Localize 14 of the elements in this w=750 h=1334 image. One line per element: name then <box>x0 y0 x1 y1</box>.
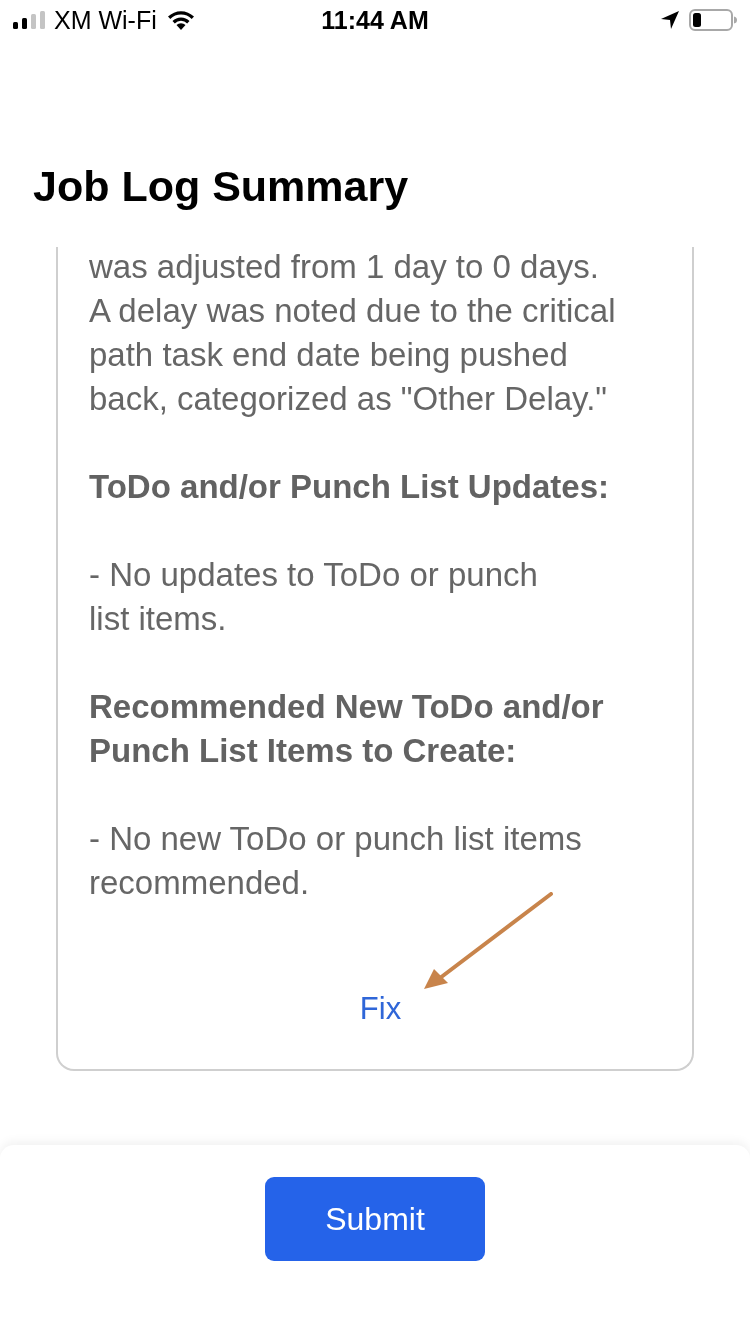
signal-strength-icon <box>13 11 45 29</box>
summary-paragraph: - No updates to ToDo or punch list items. <box>89 555 539 639</box>
battery-icon <box>689 9 737 31</box>
summary-paragraph: was adjusted from 1 day to 0 days. A delay was noted due to the critical path task end date being pushed back, categorized as "Other Delay." <box>89 247 617 419</box>
carrier-name: XM Wi-Fi <box>54 5 157 35</box>
page-title: Job Log Summary <box>33 161 409 212</box>
fix-link[interactable]: Fix <box>359 989 402 1029</box>
wifi-icon <box>166 10 195 30</box>
summary-paragraph: - No new ToDo or punch list items recommended. <box>89 819 583 903</box>
section-heading: ToDo and/or Punch List Updates: <box>89 467 611 507</box>
status-time: 11:44 AM <box>321 5 429 35</box>
section-heading: Recommended New ToDo and/or Punch List Items to Create: <box>89 687 605 771</box>
submit-button[interactable]: Submit <box>265 1177 485 1261</box>
location-arrow-icon <box>661 11 679 29</box>
